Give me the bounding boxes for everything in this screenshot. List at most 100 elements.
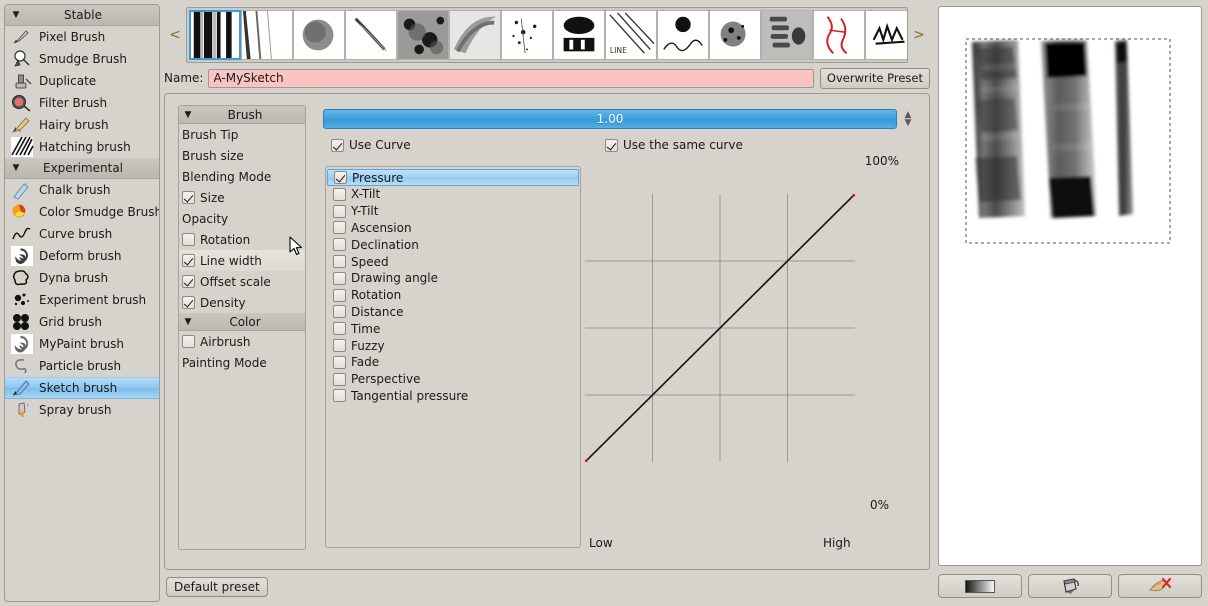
sensor-checkbox-pressure[interactable] bbox=[334, 171, 347, 184]
sensor-checkbox-tangential-pressure[interactable] bbox=[333, 389, 346, 403]
sensor-row-drawing-angle[interactable]: Drawing angle bbox=[327, 270, 579, 287]
option-checkbox-density[interactable] bbox=[182, 296, 195, 309]
brush-preview-panel[interactable] bbox=[938, 6, 1202, 566]
thumb-thin-streak[interactable] bbox=[345, 10, 397, 60]
sensor-row-perspective[interactable]: Perspective bbox=[327, 371, 579, 388]
sidebar-item-chalk-brush[interactable]: Chalk brush bbox=[5, 179, 159, 201]
options-group-header-brush[interactable]: ▼ Brush bbox=[179, 106, 305, 124]
option-checkbox-size[interactable] bbox=[182, 191, 195, 204]
sidebar-item-pixel-brush[interactable]: Pixel Brush bbox=[5, 26, 159, 48]
sensor-checkbox-perspective[interactable] bbox=[333, 372, 346, 386]
sensor-row-ascension[interactable]: Ascension bbox=[327, 220, 579, 237]
option-row-density[interactable]: Density bbox=[179, 292, 305, 313]
sidebar-item-curve-brush[interactable]: Curve brush bbox=[5, 223, 159, 245]
sensor-strength-slider[interactable]: 1.00 bbox=[323, 109, 897, 129]
sensor-row-distance[interactable]: Distance bbox=[327, 304, 579, 321]
chevron-down-icon[interactable]: ▼ bbox=[905, 119, 912, 128]
triangle-down-icon[interactable]: ▼ bbox=[179, 313, 197, 331]
thumb-sketch-stripes[interactable] bbox=[189, 10, 241, 60]
sensor-checkbox-x-tilt[interactable] bbox=[333, 187, 346, 201]
sidebar-item-grid-brush[interactable]: Grid brush bbox=[5, 311, 159, 333]
sensor-checkbox-y-tilt[interactable] bbox=[333, 204, 346, 218]
sidebar-item-sketch-brush[interactable]: Sketch brush bbox=[5, 377, 159, 399]
option-row-brush-tip[interactable]: Brush Tip bbox=[179, 124, 305, 145]
sidebar-group-header-stable[interactable]: ▼ Stable bbox=[5, 5, 159, 26]
option-checkbox-offset-scale[interactable] bbox=[182, 275, 195, 288]
triangle-down-icon[interactable]: ▼ bbox=[179, 106, 197, 124]
thumb-speckles[interactable] bbox=[501, 10, 553, 60]
preset-next-arrow[interactable]: > bbox=[908, 27, 930, 43]
use-same-curve-checkbox-row[interactable]: Use the same curve bbox=[605, 138, 743, 152]
sensor-checkbox-fuzzy[interactable] bbox=[333, 339, 346, 353]
triangle-down-icon[interactable]: ▼ bbox=[5, 5, 27, 26]
options-group-header-color[interactable]: ▼ Color bbox=[179, 313, 305, 331]
curve-control-point[interactable] bbox=[585, 459, 588, 463]
sensor-checkbox-rotation[interactable] bbox=[333, 288, 346, 302]
sidebar-item-particle-brush[interactable]: Particle brush bbox=[5, 355, 159, 377]
sidebar-item-hatching-brush[interactable]: Hatching brush bbox=[5, 136, 159, 158]
sensor-row-y-tilt[interactable]: Y-Tilt bbox=[327, 203, 579, 220]
sensor-checkbox-fade[interactable] bbox=[333, 355, 346, 369]
thumb-diagonal-lines[interactable]: LINE bbox=[605, 10, 657, 60]
thumb-smudge-swirl[interactable] bbox=[449, 10, 501, 60]
thumb-red-scribble[interactable] bbox=[813, 10, 865, 60]
sensor-checkbox-drawing-angle[interactable] bbox=[333, 271, 346, 285]
sidebar-item-duplicate[interactable]: Duplicate bbox=[5, 70, 159, 92]
sidebar-item-deform-brush[interactable]: Deform brush bbox=[5, 245, 159, 267]
option-row-rotation[interactable]: Rotation bbox=[179, 229, 305, 250]
sensor-checkbox-speed[interactable] bbox=[333, 255, 346, 269]
sidebar-item-experiment-brush[interactable]: Experiment brush bbox=[5, 289, 159, 311]
sidebar-item-filter-brush[interactable]: Filter Brush bbox=[5, 92, 159, 114]
option-row-brush-size[interactable]: Brush size bbox=[179, 145, 305, 166]
paint-bucket-button[interactable] bbox=[1028, 574, 1112, 598]
use-curve-checkbox-row[interactable]: Use Curve bbox=[331, 138, 411, 152]
curve-control-point[interactable] bbox=[852, 194, 856, 197]
sensor-row-x-tilt[interactable]: X-Tilt bbox=[327, 186, 579, 203]
preset-thumbnail-list[interactable]: LINE bbox=[186, 7, 908, 63]
thumb-soft-blob[interactable] bbox=[293, 10, 345, 60]
sensor-checkbox-declination[interactable] bbox=[333, 238, 346, 252]
option-row-blending-mode[interactable]: Blending Mode bbox=[179, 166, 305, 187]
sensor-row-speed[interactable]: Speed bbox=[327, 253, 579, 270]
default-preset-button[interactable]: Default preset bbox=[166, 577, 268, 597]
sidebar-item-color-smudge-brush[interactable]: Color Smudge Brush bbox=[5, 201, 159, 223]
use-curve-checkbox[interactable] bbox=[331, 138, 344, 152]
sidebar-group-header-experimental[interactable]: ▼ Experimental bbox=[5, 158, 159, 179]
option-row-offset-scale[interactable]: Offset scale bbox=[179, 271, 305, 292]
option-row-opacity[interactable]: Opacity bbox=[179, 208, 305, 229]
sidebar-item-mypaint-brush[interactable]: MyPaint brush bbox=[5, 333, 159, 355]
erase-preview-button[interactable] bbox=[1118, 574, 1202, 598]
sensor-checkbox-distance[interactable] bbox=[333, 305, 346, 319]
preset-name-input[interactable] bbox=[208, 68, 814, 88]
sensor-row-pressure[interactable]: Pressure bbox=[327, 169, 579, 186]
option-row-airbrush[interactable]: Airbrush bbox=[179, 331, 305, 352]
triangle-down-icon[interactable]: ▼ bbox=[5, 158, 27, 179]
sidebar-item-hairy-brush[interactable]: Hairy brush bbox=[5, 114, 159, 136]
use-same-curve-checkbox[interactable] bbox=[605, 138, 618, 152]
curve-canvas[interactable] bbox=[585, 194, 855, 462]
sensor-row-rotation[interactable]: Rotation bbox=[327, 287, 579, 304]
gradient-button[interactable] bbox=[938, 574, 1022, 598]
sidebar-item-spray-brush[interactable]: Spray brush bbox=[5, 399, 159, 421]
sidebar-item-dyna-brush[interactable]: Dyna brush bbox=[5, 267, 159, 289]
sensor-checkbox-time[interactable] bbox=[333, 322, 346, 336]
option-checkbox-rotation[interactable] bbox=[182, 233, 195, 246]
thumb-black-scratch[interactable] bbox=[865, 10, 907, 60]
option-row-painting-mode[interactable]: Painting Mode bbox=[179, 352, 305, 373]
sidebar-item-smudge-brush[interactable]: Smudge Brush bbox=[5, 48, 159, 70]
option-checkbox-line-width[interactable] bbox=[182, 254, 195, 267]
sensor-row-declination[interactable]: Declination bbox=[327, 236, 579, 253]
sensor-row-fade[interactable]: Fade bbox=[327, 354, 579, 371]
sensor-checkbox-ascension[interactable] bbox=[333, 221, 346, 235]
thumb-ribbon-strokes[interactable] bbox=[761, 10, 813, 60]
slider-spinner[interactable]: ▲ ▼ bbox=[901, 111, 915, 128]
overwrite-preset-button[interactable]: Overwrite Preset bbox=[819, 67, 930, 89]
thumb-fat-text[interactable] bbox=[553, 10, 605, 60]
sensor-row-tangential-pressure[interactable]: Tangential pressure bbox=[327, 388, 579, 405]
option-checkbox-airbrush[interactable] bbox=[182, 335, 195, 348]
brush-options-list[interactable]: ▼ Brush Brush Tip Brush size Blending Mode Si… bbox=[178, 105, 306, 550]
sensor-row-fuzzy[interactable]: Fuzzy bbox=[327, 337, 579, 354]
thumb-noisy-texture[interactable] bbox=[397, 10, 449, 60]
thumb-grain-splatter[interactable] bbox=[709, 10, 761, 60]
thumb-sketchy-signature[interactable] bbox=[657, 10, 709, 60]
